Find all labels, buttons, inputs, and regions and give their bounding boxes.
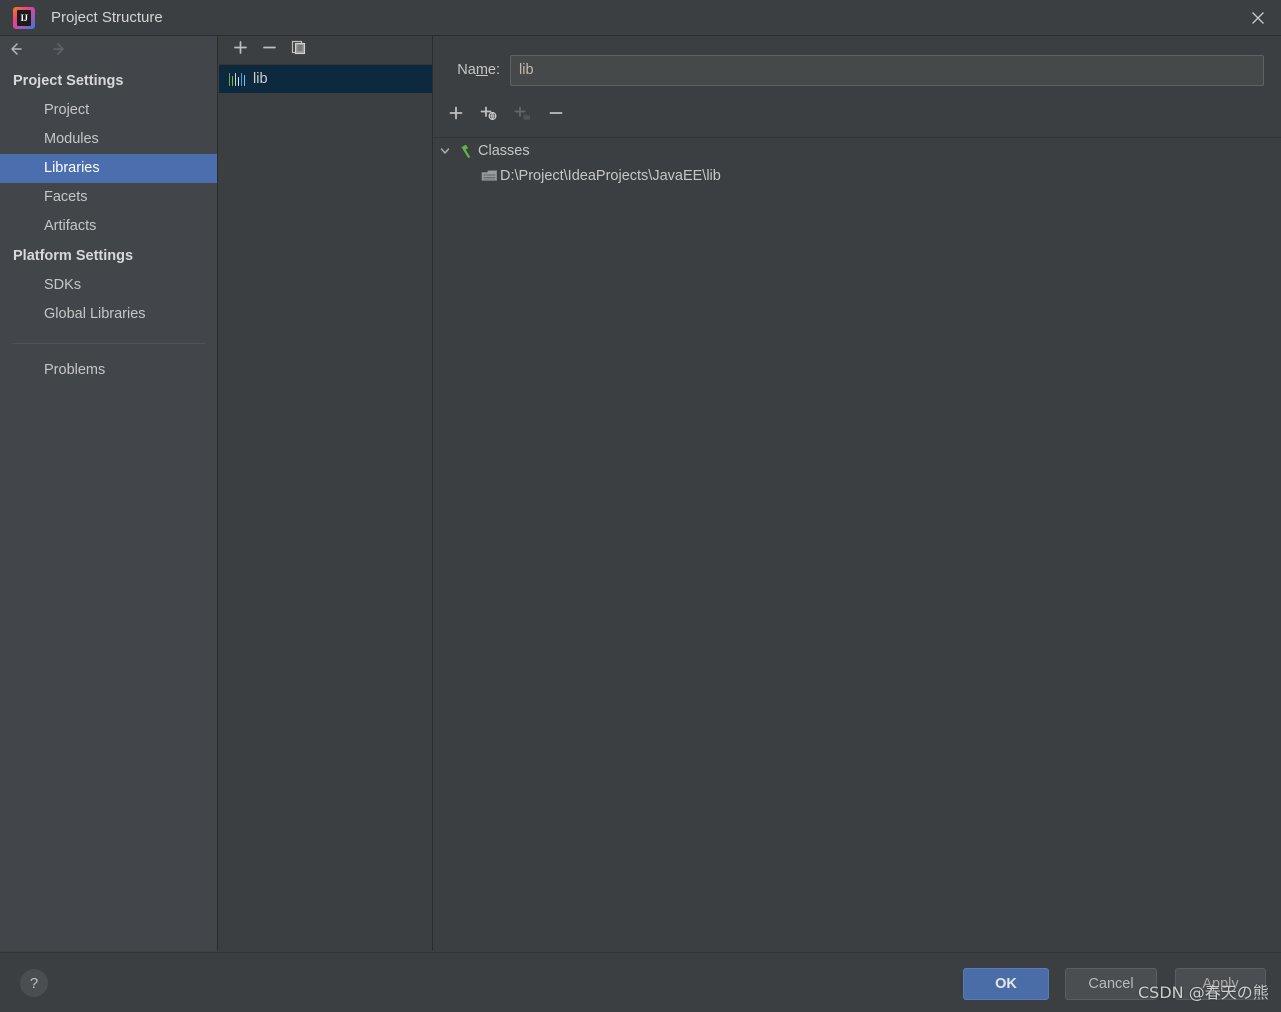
classes-hammer-icon [456,143,478,159]
project-structure-dialog: IJ Project Structure Project Settings Pr… [0,0,1281,1012]
tree-row-library-path[interactable]: D:\Project\IdeaProjects\JavaEE\lib [434,163,1281,188]
close-icon[interactable] [1235,0,1281,35]
sidebar-divider [12,343,205,344]
intellij-idea-logo-icon: IJ [13,6,35,29]
sidebar-item-modules[interactable]: Modules [0,125,217,154]
sidebar-item-global-libraries[interactable]: Global Libraries [0,300,217,329]
tree-row-label: D:\Project\IdeaProjects\JavaEE\lib [500,167,721,184]
help-button[interactable]: ? [20,969,48,997]
cancel-button[interactable]: Cancel [1065,968,1157,1000]
name-input[interactable] [510,54,1264,86]
libraries-list: lib [219,65,432,93]
library-roots-toolbar [434,101,1281,129]
title-bar: IJ Project Structure [0,0,1281,36]
ok-button[interactable]: OK [963,968,1049,1000]
tree-row-label: Classes [478,142,530,159]
window-title: Project Structure [51,9,163,26]
arrow-left-icon[interactable] [10,41,34,62]
logo-text: IJ [17,9,31,26]
list-item-label: lib [253,71,268,87]
sidebar-group-platform-settings: Platform Settings [13,248,134,264]
folder-archive-icon [478,168,500,183]
dialog-footer: ? OK Cancel Apply [0,952,1281,1012]
plus-globe-icon[interactable] [480,105,498,126]
sidebar-navigation [0,36,217,66]
settings-sidebar: Project Settings Project Modules Librari… [0,36,218,951]
plus-icon[interactable] [448,105,464,126]
arrow-right-icon[interactable] [52,41,76,62]
library-roots-tree: Classes D:\Project\IdeaProjects\JavaEE\l… [434,137,1281,951]
name-label: Name: [457,62,500,78]
libraries-list-panel: lib [219,36,433,951]
tree-row-classes[interactable]: Classes [434,138,1281,163]
list-item[interactable]: lib [219,65,432,93]
chevron-down-icon[interactable] [434,145,456,157]
name-row: Name: [434,53,1281,87]
sidebar-item-project[interactable]: Project [0,96,217,125]
sidebar-group-project-settings: Project Settings [13,73,124,89]
sidebar-item-problems[interactable]: Problems [0,356,217,385]
sidebar-item-artifacts[interactable]: Artifacts [0,212,217,241]
sidebar-item-facets[interactable]: Facets [0,183,217,212]
library-details-panel: Name: lib Classes D:\Project\IdeaProject… [434,36,1281,951]
library-icon [229,72,246,86]
libraries-toolbar [219,36,432,65]
apply-button[interactable]: Apply [1175,968,1266,1000]
minus-icon[interactable] [262,40,277,60]
minus-icon[interactable] [548,105,564,126]
plus-icon[interactable] [233,40,248,60]
plus-folder-icon[interactable] [514,105,532,126]
sidebar-item-libraries[interactable]: Libraries [0,154,217,183]
copy-icon[interactable] [291,40,307,60]
sidebar-item-sdks[interactable]: SDKs [0,271,217,300]
